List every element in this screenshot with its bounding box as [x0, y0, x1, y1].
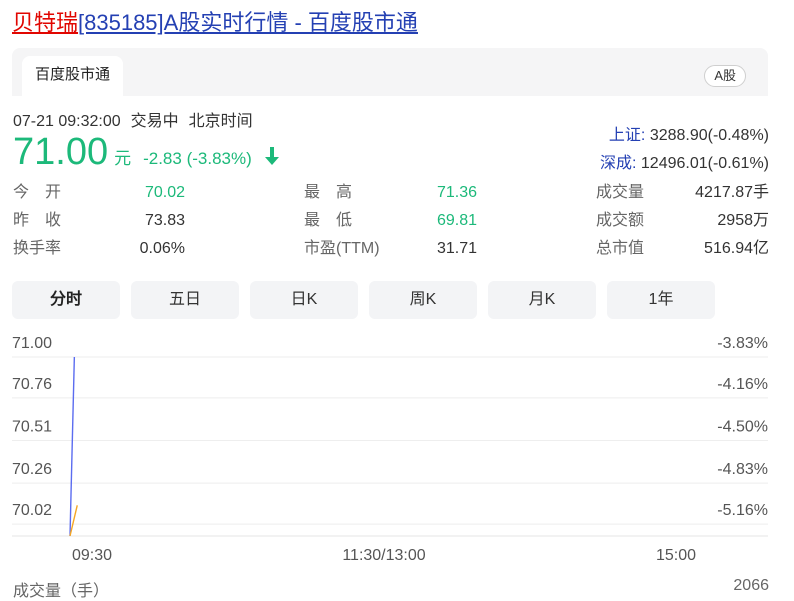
- period-button-5day[interactable]: 五日: [131, 281, 239, 319]
- period-button-1year[interactable]: 1年: [607, 281, 715, 319]
- stat-volume-label: 成交量: [596, 184, 645, 201]
- index-shanghai-value: 3288.90(-0.48%): [649, 127, 769, 144]
- period-button-daily-k[interactable]: 日K: [250, 281, 358, 319]
- index-shanghai[interactable]: 上证: 3288.90(-0.48%): [609, 121, 769, 145]
- x-tick-label: 09:30: [72, 547, 112, 564]
- stat-volume: 成交量 4217.87手: [596, 181, 769, 209]
- stat-turnover: 换手率 0.06%: [13, 237, 185, 265]
- stat-low-label: 最 低: [304, 212, 353, 229]
- stat-amount-value: 2958万: [717, 212, 769, 229]
- tab-baidu-stock[interactable]: 百度股市通: [22, 56, 124, 96]
- stat-open-value: 70.02: [144, 184, 185, 201]
- page-title[interactable]: 贝特瑞[835185]A股实时行情 - 百度股市通: [12, 8, 418, 38]
- stat-mktcap-label: 总市值: [596, 240, 645, 257]
- price-row: 71.00 元 -2.83 (-3.83%): [13, 130, 280, 174]
- stat-amount-label: 成交额: [596, 212, 645, 229]
- tab-bar: 百度股市通 A股: [12, 48, 768, 96]
- trading-status: 交易中: [130, 113, 179, 130]
- market-badge: A股: [704, 65, 746, 87]
- y-tick-label: 70.26: [12, 461, 52, 478]
- stat-pe: 市盈(TTM) 31.71: [304, 237, 477, 265]
- intraday-chart[interactable]: 71.00 -3.83% 70.76 -4.16% 70.51 -4.50% 70.26 -4…: [0, 330, 794, 601]
- index-shanghai-name[interactable]: 上证:: [609, 127, 645, 144]
- stat-turnover-value: 0.06%: [139, 240, 185, 257]
- stat-pe-label: 市盈(TTM): [304, 240, 380, 257]
- price-line: [69, 356, 76, 537]
- right-tick-label: -3.83%: [717, 335, 768, 352]
- arrow-down-icon: [264, 146, 280, 171]
- period-button-intraday[interactable]: 分时: [12, 281, 120, 319]
- volume-max: 2066: [733, 577, 769, 594]
- index-shenzhen-name[interactable]: 深成:: [600, 155, 636, 172]
- y-tick-label: 70.02: [12, 502, 52, 519]
- stat-low-value: 69.81: [436, 212, 477, 229]
- stat-open: 今 开 70.02: [13, 181, 185, 209]
- right-tick-label: -4.16%: [717, 376, 768, 393]
- stat-amount: 成交额 2958万: [596, 209, 769, 237]
- x-tick-label: 11:30/13:00: [342, 547, 425, 564]
- current-price: 71.00: [13, 131, 109, 173]
- period-button-weekly-k[interactable]: 周K: [369, 281, 477, 319]
- stat-prev-close-label: 昨 收: [13, 212, 62, 229]
- stat-turnover-label: 换手率: [13, 240, 62, 257]
- price-change: -2.83 (-3.83%): [143, 149, 252, 168]
- stat-pe-value: 31.71: [436, 240, 477, 257]
- quote-datetime: 07-21 09:32:00: [13, 113, 121, 130]
- stat-high-label: 最 高: [304, 184, 353, 201]
- y-tick-label: 70.51: [12, 419, 52, 436]
- stat-high: 最 高 71.36: [304, 181, 477, 209]
- y-tick-label: 70.76: [12, 376, 52, 393]
- right-tick-label: -4.50%: [717, 419, 768, 436]
- stat-open-label: 今 开: [13, 184, 62, 201]
- right-tick-label: -4.83%: [717, 461, 768, 478]
- stat-volume-value: 4217.87手: [695, 184, 769, 201]
- stat-prev-close-value: 73.83: [144, 212, 185, 229]
- intraday-chart-svg: 71.00 -3.83% 70.76 -4.16% 70.51 -4.50% 70.26 -4…: [12, 335, 768, 564]
- stock-name[interactable]: 贝特瑞: [12, 10, 78, 35]
- stock-title-rest[interactable]: [835185]A股实时行情 - 百度股市通: [78, 10, 418, 35]
- stat-high-value: 71.36: [436, 184, 477, 201]
- stats-grid: 今 开 70.02 昨 收 73.83 换手率 0.06% 最 高 71.36 …: [13, 181, 769, 265]
- stat-prev-close: 昨 收 73.83: [13, 209, 185, 237]
- price-unit: 元: [114, 149, 132, 168]
- quote-datetime-row: 07-21 09:32:00 交易中 北京时间: [13, 107, 263, 131]
- x-tick-label: 15:00: [656, 547, 696, 564]
- timezone-label: 北京时间: [188, 113, 253, 130]
- volume-label: 成交量（手）: [13, 583, 110, 600]
- period-button-monthly-k[interactable]: 月K: [488, 281, 596, 319]
- stat-mktcap-value: 516.94亿: [704, 240, 769, 257]
- y-tick-label: 71.00: [12, 335, 52, 352]
- stat-mktcap: 总市值 516.94亿: [596, 237, 769, 265]
- index-shenzhen[interactable]: 深成: 12496.01(-0.61%): [600, 149, 769, 173]
- right-tick-label: -5.16%: [717, 502, 768, 519]
- index-shenzhen-value: 12496.01(-0.61%): [640, 155, 769, 172]
- stat-low: 最 低 69.81: [304, 209, 477, 237]
